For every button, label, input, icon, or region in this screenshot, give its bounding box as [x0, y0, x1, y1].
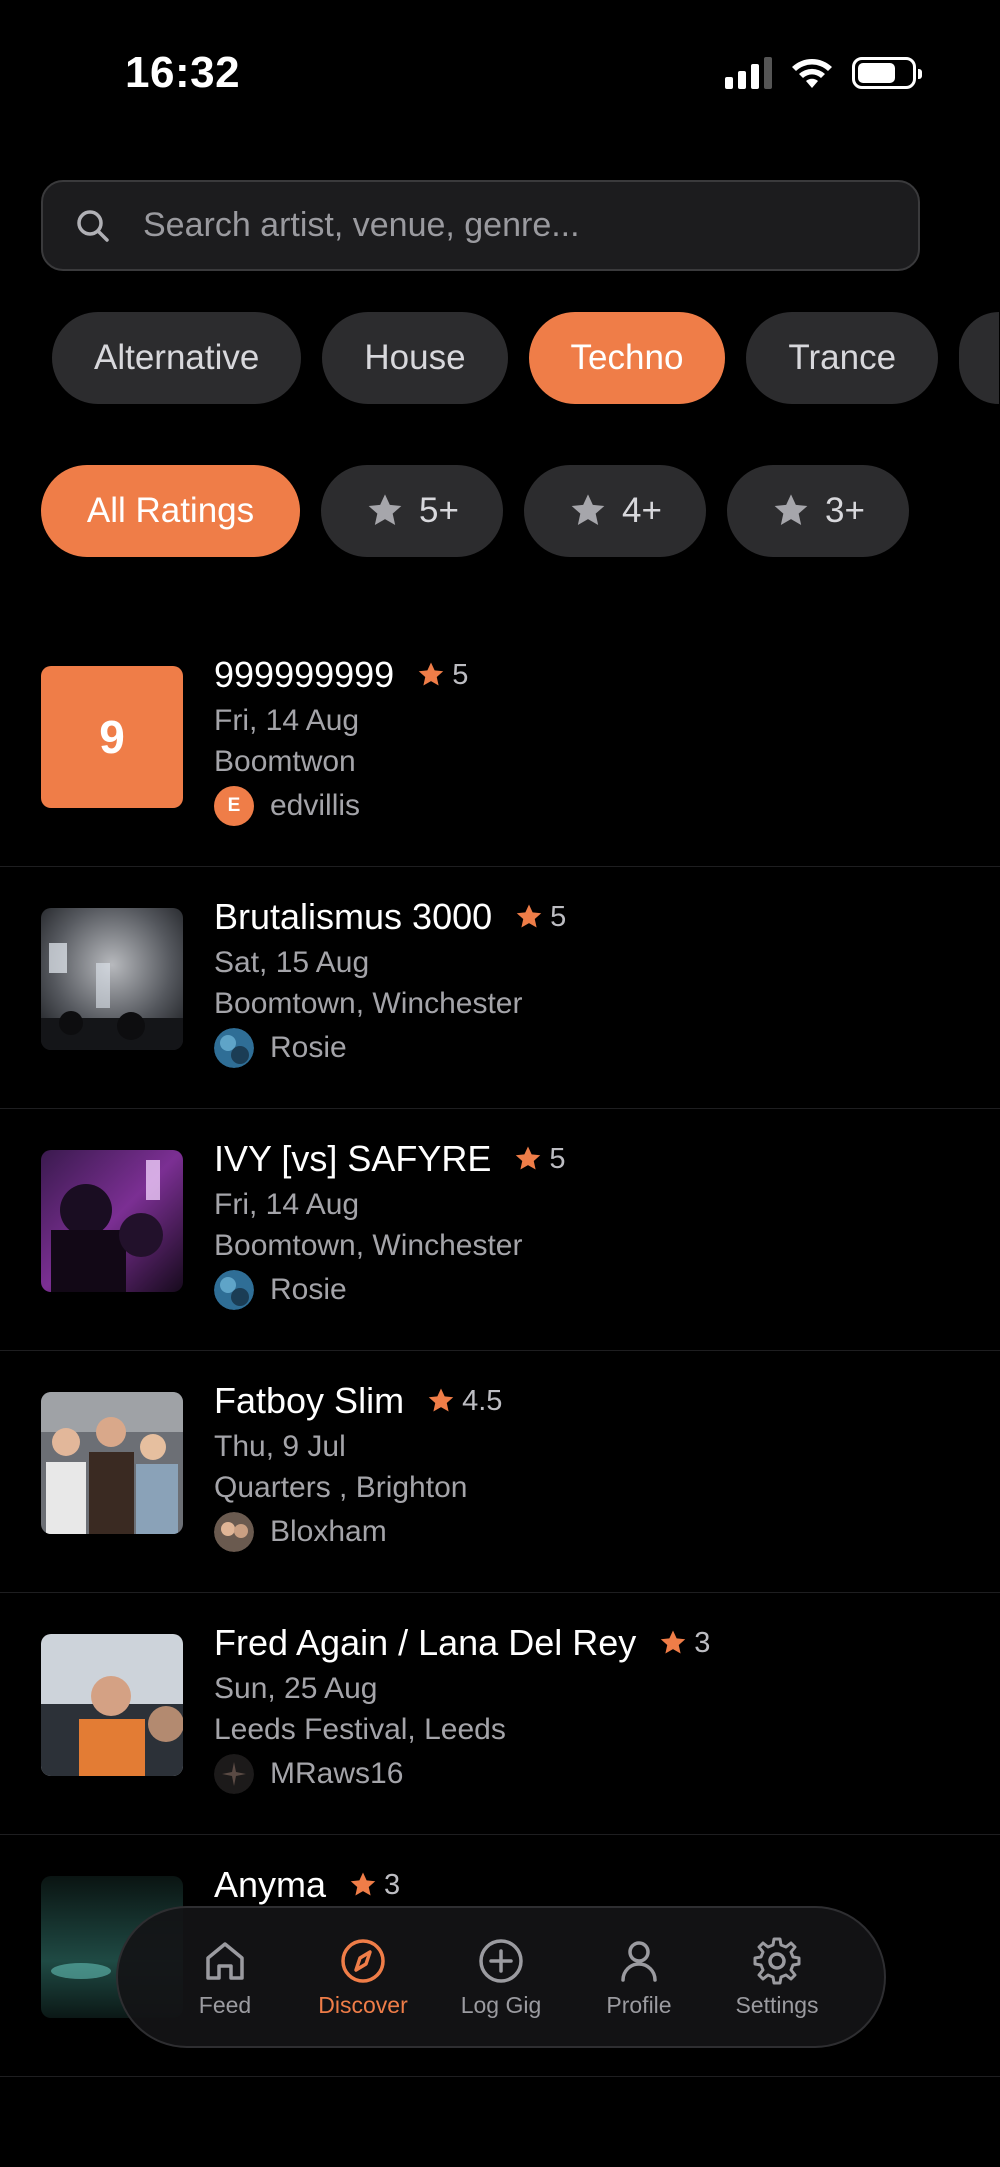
avatar: E: [214, 786, 254, 826]
status-icons: [725, 56, 922, 90]
genre-chip-house[interactable]: House: [322, 312, 508, 404]
gig-info: Fred Again / Lana Del Rey 3 Sun, 25 Aug …: [214, 1618, 710, 1798]
gig-info: IVY [vs] SAFYRE 5 Fri, 14 Aug Boomtown, …: [214, 1134, 566, 1314]
star-icon: [428, 1388, 454, 1412]
gig-thumbnail: 9: [41, 666, 183, 808]
tab-settings[interactable]: Settings: [712, 1936, 842, 2019]
gig-thumbnail: [41, 1392, 183, 1534]
search-icon: [77, 209, 109, 242]
gig-thumbnail: [41, 1634, 183, 1776]
gig-rating: 3: [384, 1868, 401, 1901]
avatar: [214, 1270, 254, 1310]
gig-venue: Quarters , Brighton: [214, 1471, 468, 1504]
rating-chip-3plus[interactable]: 3+: [727, 465, 909, 557]
gig-date: Thu, 9 Jul: [214, 1430, 346, 1463]
compass-icon: [341, 1938, 385, 1983]
username[interactable]: Bloxham: [270, 1515, 387, 1549]
tab-label: Profile: [606, 1991, 672, 2018]
rating-chip-label: 5+: [419, 491, 459, 530]
battery-icon: [852, 57, 922, 89]
wifi-icon: [792, 59, 832, 88]
gig-date: Fri, 14 Aug: [214, 1188, 360, 1221]
gig-info: 999999999 5 Fri, 14 Aug Boomtwon E edvil…: [214, 650, 468, 830]
gig-rating: 4.5: [462, 1384, 503, 1417]
genre-chip-alternative[interactable]: Alternative: [52, 312, 302, 404]
gig-date: Sun, 25 Aug: [214, 1672, 378, 1705]
gig-venue: Boomtown, Winchester: [214, 1229, 523, 1262]
status-time: 16:32: [125, 48, 241, 97]
tab-bar: Feed Discover Log Gig Profile Settings: [116, 1906, 886, 2048]
genre-chip-trance[interactable]: Trance: [746, 312, 939, 404]
gig-title: 999999999: [214, 654, 395, 695]
cellular-signal-icon: [725, 57, 772, 89]
rating-chip-4plus[interactable]: 4+: [524, 465, 706, 557]
gig-date: Sat, 15 Aug: [214, 946, 370, 979]
gig-rating: 5: [549, 1142, 566, 1175]
avatar: [214, 1512, 254, 1552]
username[interactable]: Rosie: [270, 1273, 347, 1307]
tab-label: Feed: [198, 1991, 252, 2018]
search-input[interactable]: [143, 206, 883, 245]
search-bar[interactable]: [41, 180, 920, 271]
rating-filter-row: All Ratings 5+ 4+ 3+: [41, 465, 909, 557]
rating-chip-5plus[interactable]: 5+: [321, 465, 503, 557]
gig-title: Fatboy Slim: [214, 1380, 405, 1421]
gig-info: Anyma 3: [214, 1860, 400, 1910]
genre-chip-techno[interactable]: Techno: [528, 312, 726, 404]
star-icon: [774, 494, 808, 525]
tab-profile[interactable]: Profile: [574, 1936, 704, 2019]
gear-icon: [753, 1937, 801, 1984]
username[interactable]: Rosie: [270, 1031, 347, 1065]
gig-item[interactable]: IVY [vs] SAFYRE 5 Fri, 14 Aug Boomtown, …: [0, 1109, 1000, 1351]
plus-circle-icon: [479, 1938, 523, 1983]
star-icon: [418, 662, 444, 686]
gig-title: Anyma: [214, 1864, 327, 1905]
username[interactable]: edvillis: [270, 789, 360, 823]
star-icon: [571, 494, 605, 525]
rating-chip-label: 4+: [622, 491, 662, 530]
star-icon: [661, 1630, 686, 1654]
tab-label: Discover: [318, 1991, 408, 2018]
gig-item[interactable]: Brutalismus 3000 5 Sat, 15 Aug Boomtown,…: [0, 867, 1000, 1109]
gig-rating: 5: [550, 900, 567, 933]
gig-venue: Boomtown, Winchester: [214, 987, 523, 1020]
gig-rating: 5: [452, 658, 469, 691]
tab-feed[interactable]: Feed: [160, 1936, 290, 2019]
gig-venue: Leeds Festival, Leeds: [214, 1713, 506, 1746]
star-icon: [368, 494, 402, 525]
username[interactable]: MRaws16: [270, 1757, 403, 1791]
gig-item[interactable]: 9 999999999 5 Fri, 14 Aug Boomtwon E edv…: [0, 625, 1000, 867]
genre-filter-row: Alternative House Techno Trance: [52, 312, 1000, 404]
home-icon: [206, 1941, 244, 1980]
gig-thumbnail: [41, 908, 183, 1050]
gig-title: Brutalismus 3000: [214, 896, 493, 937]
gig-title: Fred Again / Lana Del Rey: [214, 1622, 637, 1663]
gig-info: Brutalismus 3000 5 Sat, 15 Aug Boomtown,…: [214, 892, 566, 1072]
rating-chip-all[interactable]: All Ratings: [41, 465, 300, 557]
user-icon: [621, 1940, 657, 1982]
gig-item[interactable]: Fred Again / Lana Del Rey 3 Sun, 25 Aug …: [0, 1593, 1000, 1835]
gig-list: 9 999999999 5 Fri, 14 Aug Boomtwon E edv…: [0, 625, 1000, 2077]
tab-log-gig[interactable]: Log Gig: [436, 1936, 566, 2019]
genre-chip-partial[interactable]: [959, 312, 1000, 404]
star-icon: [350, 1872, 376, 1896]
star-icon: [516, 904, 542, 928]
status-bar: 16:32: [0, 0, 1000, 150]
gig-venue: Boomtwon: [214, 745, 356, 778]
tab-label: Settings: [735, 1991, 819, 2018]
gig-rating: 3: [694, 1626, 711, 1659]
gig-info: Fatboy Slim 4.5 Thu, 9 Jul Quarters , Br…: [214, 1376, 502, 1556]
tab-label: Log Gig: [460, 1991, 542, 2018]
tab-discover[interactable]: Discover: [298, 1936, 428, 2019]
gig-title: IVY [vs] SAFYRE: [214, 1138, 492, 1179]
gig-item[interactable]: Fatboy Slim 4.5 Thu, 9 Jul Quarters , Br…: [0, 1351, 1000, 1593]
avatar: [214, 1028, 254, 1068]
rating-chip-label: All Ratings: [86, 491, 255, 530]
star-icon: [516, 1146, 541, 1170]
avatar: [214, 1754, 254, 1794]
gig-thumbnail: [41, 1150, 183, 1292]
rating-chip-label: 3+: [825, 491, 865, 530]
gig-date: Fri, 14 Aug: [214, 704, 360, 737]
